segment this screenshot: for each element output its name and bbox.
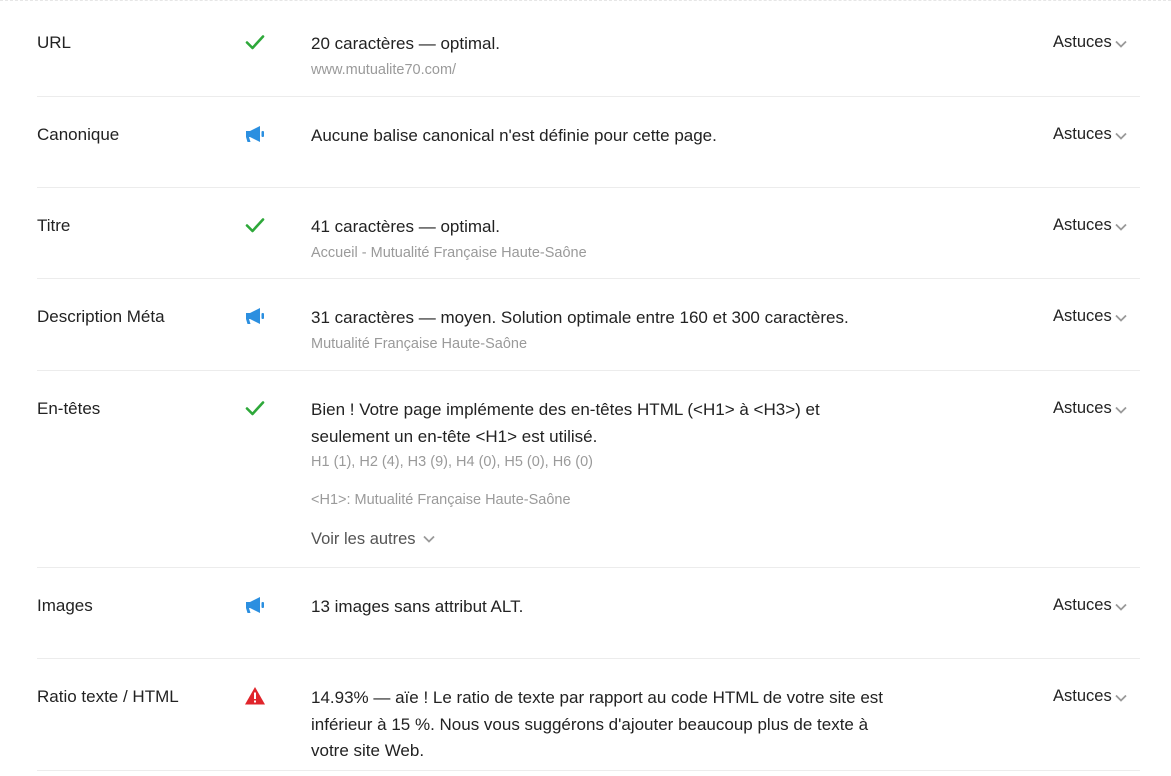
top-divider (0, 0, 1171, 2)
row-message-line: votre site Web. (311, 741, 425, 760)
row-message-line: inférieur à 15 %. Nous vous suggérons d'… (311, 714, 869, 734)
seo-row-text-ratio: Ratio texte / HTML 14.93% — aïe ! Le rat… (37, 658, 1140, 771)
row-message: 41 caractères — optimal. (311, 217, 500, 236)
row-message-line: seulement un en-tête <H1> est utilisé. (311, 426, 598, 446)
seo-row-canonical: Canonique Aucune balise canonical n'est … (37, 96, 1140, 188)
row-content: 31 caractères — moyen. Solution optimale… (311, 305, 931, 354)
row-message: Aucune balise canonical n'est définie po… (311, 126, 717, 145)
row-message: 13 images sans attribut ALT. (311, 597, 524, 616)
row-label: En-têtes (37, 399, 101, 418)
row-detail: Accueil - Mutualité Française Haute-Saôn… (311, 244, 587, 261)
headings-count: H1 (1), H2 (4), H3 (9), H4 (0), H5 (0), … (311, 454, 593, 470)
row-content: 41 caractères — optimal. Accueil - Mutua… (311, 214, 931, 263)
tips-label: Astuces (1053, 596, 1112, 614)
tips-label: Astuces (1053, 33, 1112, 51)
row-label: Ratio texte / HTML (37, 687, 179, 706)
megaphone-icon (244, 305, 266, 327)
check-icon (244, 397, 266, 419)
chevron-down-icon (1114, 127, 1128, 146)
tips-toggle[interactable]: Astuces (1053, 31, 1128, 54)
row-content: Aucune balise canonical n'est définie po… (311, 123, 931, 150)
row-label: Images (37, 596, 93, 615)
row-label: Description Méta (37, 307, 165, 326)
row-label: URL (37, 33, 72, 52)
check-icon (244, 31, 266, 53)
tips-label: Astuces (1053, 216, 1112, 234)
chevron-down-icon (1114, 309, 1128, 328)
row-message: 20 caractères — optimal. (311, 34, 500, 53)
seo-row-title: Titre 41 caractères — optimal. Accueil -… (37, 187, 1140, 279)
row-detail: Mutualité Française Haute-Saône (311, 335, 528, 352)
row-message: 31 caractères — moyen. Solution optimale… (311, 308, 849, 327)
warning-icon (244, 685, 266, 707)
chevron-down-icon (422, 530, 436, 549)
tips-label: Astuces (1053, 399, 1112, 417)
chevron-down-icon (1114, 689, 1128, 708)
tips-toggle[interactable]: Astuces (1053, 214, 1128, 237)
tips-toggle[interactable]: Astuces (1053, 685, 1128, 708)
row-message-line: 14.93% — aïe ! Le ratio de texte par rap… (311, 688, 884, 707)
tips-toggle[interactable]: Astuces (1053, 397, 1128, 420)
tips-label: Astuces (1053, 125, 1112, 143)
megaphone-icon (244, 594, 266, 616)
seo-row-headings: En-têtes Bien ! Votre page implémente de… (37, 370, 1140, 568)
row-label: Canonique (37, 125, 120, 144)
seo-row-images: Images 13 images sans attribut ALT. Astu… (37, 567, 1140, 659)
seo-row-url: URL 20 caractères — optimal. www.mutuali… (37, 4, 1140, 97)
megaphone-icon (244, 123, 266, 145)
row-content: Bien ! Votre page implémente des en-tête… (311, 397, 931, 549)
chevron-down-icon (1114, 35, 1128, 54)
chevron-down-icon (1114, 401, 1128, 420)
show-more-label: Voir les autres (311, 530, 416, 548)
row-content: 14.93% — aïe ! Le ratio de texte par rap… (311, 685, 931, 765)
show-more-button[interactable]: Voir les autres (311, 530, 436, 549)
row-message-line: Bien ! Votre page implémente des en-tête… (311, 400, 820, 419)
check-icon (244, 214, 266, 236)
chevron-down-icon (1114, 598, 1128, 617)
tips-toggle[interactable]: Astuces (1053, 305, 1128, 328)
tips-label: Astuces (1053, 687, 1112, 705)
tips-toggle[interactable]: Astuces (1053, 123, 1128, 146)
row-label: Titre (37, 216, 71, 235)
row-content: 20 caractères — optimal. www.mutualite70… (311, 31, 931, 80)
h1-value: <H1>: Mutualité Française Haute-Saône (311, 492, 571, 508)
seo-row-meta-description: Description Méta 31 caractères — moyen. … (37, 278, 1140, 371)
row-content: 13 images sans attribut ALT. (311, 594, 931, 621)
tips-toggle[interactable]: Astuces (1053, 594, 1128, 617)
chevron-down-icon (1114, 218, 1128, 237)
tips-label: Astuces (1053, 307, 1112, 325)
row-detail: www.mutualite70.com/ (311, 61, 457, 78)
